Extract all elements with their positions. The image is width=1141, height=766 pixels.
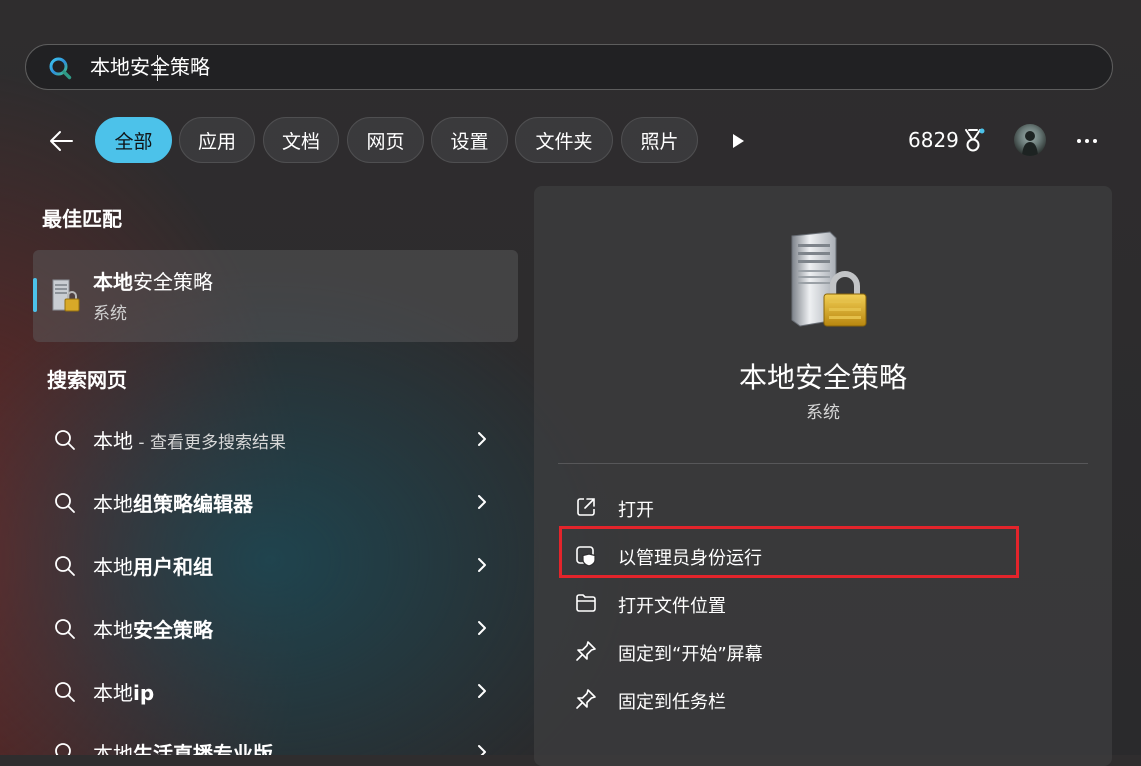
avatar-person-icon [1022,131,1038,156]
best-match-title: 本地安全策略 [93,270,213,294]
chevron-right-icon [478,432,486,446]
web-search-item-label: 本地用户和组 [93,555,213,579]
more-filters-play-icon[interactable] [728,130,748,152]
filter-chip-web[interactable]: 网页 [347,117,424,163]
web-search-heading: 搜索网页 [47,368,127,392]
chevron-right-icon [478,558,486,572]
divider [558,463,1088,464]
search-bar[interactable] [25,44,1113,90]
chevron-right-icon [478,621,486,635]
selection-indicator [33,278,37,312]
search-input[interactable] [90,53,990,81]
local-security-policy-icon [52,279,80,312]
chevron-right-icon [478,684,486,698]
chevron-right-icon [478,495,486,509]
back-arrow-icon[interactable] [44,123,80,159]
detail-panel: 本地安全策略 系统 打开 以管理员身份运行 打开文件位置 固定到“开始”屏幕 固… [534,186,1112,766]
web-search-item[interactable]: 本地组策略编辑器 [33,473,518,529]
detail-title: 本地安全策略 [738,361,907,394]
avatar[interactable] [1014,124,1046,156]
filter-chip-folders[interactable]: 文件夹 [515,117,613,163]
action-label: 打开 [618,500,654,521]
search-icon [49,57,72,80]
search-icon [55,430,75,450]
action-pin-to-taskbar[interactable]: 固定到任务栏 [558,677,1088,721]
web-search-item-label: 本地 - 查看更多搜索结果 [93,429,286,453]
filter-chip-photos[interactable]: 照片 [621,117,698,163]
web-search-item-label: 本地ip [93,681,155,705]
action-open[interactable]: 打开 [558,485,1088,529]
web-search-item-label: 本地安全策略 [93,618,213,642]
action-label: 固定到任务栏 [618,692,726,713]
filter-chip-settings[interactable]: 设置 [431,117,508,163]
search-icon [55,619,75,639]
action-label: 固定到“开始”屏幕 [618,644,763,665]
filter-chip-apps[interactable]: 应用 [179,117,255,163]
folder-icon [576,594,596,612]
best-match-heading: 最佳匹配 [42,207,122,231]
web-search-item-label: 本地组策略编辑器 [93,492,253,516]
open-external-icon [577,498,595,516]
detail-subtitle: 系统 [806,403,840,423]
rewards-points[interactable]: 6829 [908,128,959,152]
search-icon [55,493,75,513]
web-search-item[interactable]: 本地生活直播专业版 [33,723,518,755]
pin-icon [576,689,596,709]
chevron-right-icon [478,745,486,755]
text-caret [157,55,158,81]
filter-chip-documents[interactable]: 文档 [263,117,339,163]
web-search-item[interactable]: 本地 - 查看更多搜索结果 [33,410,518,466]
search-icon [55,556,75,576]
web-search-item[interactable]: 本地用户和组 [33,536,518,592]
search-icon [55,743,71,755]
more-options-icon[interactable] [1072,128,1102,154]
filter-chip-all[interactable]: 全部 [95,117,172,163]
web-search-item-label: 本地生活直播专业版 [93,742,273,755]
rewards-medal-icon[interactable] [960,126,988,154]
action-pin-to-start[interactable]: 固定到“开始”屏幕 [558,629,1088,673]
server-lock-icon [791,231,867,327]
action-label: 打开文件位置 [618,596,726,617]
best-match-subtitle: 系统 [93,304,127,324]
web-search-item[interactable]: 本地安全策略 [33,599,518,655]
search-icon [55,682,75,702]
annotation-highlight-box [559,526,1019,578]
best-match-result[interactable]: 本地安全策略 系统 [33,250,518,342]
action-open-file-location[interactable]: 打开文件位置 [558,581,1088,625]
pin-icon [576,641,596,661]
web-search-item[interactable]: 本地ip [33,662,518,718]
